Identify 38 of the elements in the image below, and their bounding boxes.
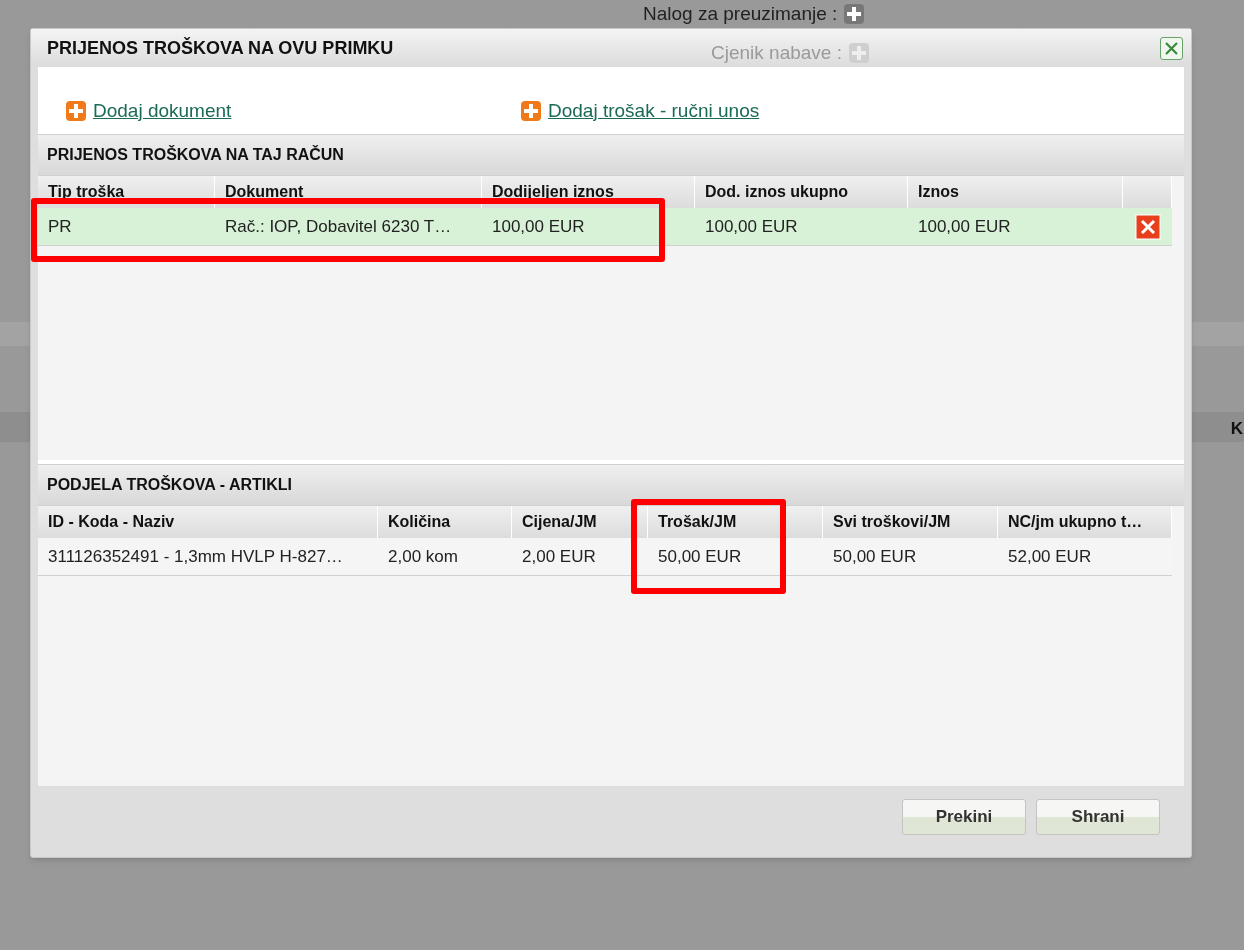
add-cost-link[interactable]: Dodaj trošak - ručni unos: [548, 96, 760, 125]
column-header[interactable]: NC/jm ukupno t…: [998, 506, 1172, 538]
field-label: Cjenik nabave :: [711, 41, 842, 65]
table-row[interactable]: PR Rač.: IOP, Dobavitel 6230 T… 100,00 EUR 100,00 EUR 100,00 EUR: [38, 208, 1172, 246]
plus-icon: [843, 3, 866, 26]
table-cell-text: 100,00 EUR: [491, 215, 586, 238]
dialog-button[interactable]: Prekini: [902, 799, 1026, 835]
dialog-button[interactable]: Shrani: [1036, 799, 1160, 835]
plus-icon: [65, 99, 87, 122]
delete-icon[interactable]: [1134, 213, 1161, 240]
table-cell-text: 50,00 EUR: [832, 545, 918, 568]
column-header[interactable]: ID - Koda - Naziv: [38, 506, 378, 538]
plus-icon: [847, 42, 870, 65]
table-cell-text: 2,00 EUR: [521, 545, 597, 568]
table-cell-text: PR: [47, 215, 73, 238]
close-icon: [1165, 42, 1178, 55]
column-header[interactable]: Cijena/JM: [512, 506, 648, 538]
add-document-link[interactable]: Dodaj dokument: [93, 96, 232, 125]
table-cell-text: 52,00 EUR: [1007, 545, 1093, 568]
dialog-title: PRIJENOS TROŠKOVA NA OVU PRIMKU: [47, 36, 394, 60]
field-label: Nalog za preuzimanje :: [643, 2, 838, 26]
table-cell-text: 2,00 kom: [387, 545, 459, 568]
column-header: K: [1230, 418, 1243, 440]
column-header[interactable]: Dod. iznos ukupno: [695, 176, 908, 208]
close-button[interactable]: [1160, 37, 1183, 60]
table-cell-text: 311126352491 - 1,3mm HVLP H-827…: [47, 545, 344, 568]
section-header: PODJELA TROŠKOVA - ARTIKLI: [38, 464, 1184, 506]
plus-icon: [520, 99, 542, 122]
column-header: [1123, 176, 1172, 208]
table-cell-text: 100,00 EUR: [917, 215, 1012, 238]
table-cell-text: Rač.: IOP, Dobavitel 6230 T…: [224, 215, 453, 238]
table-cell-text: 100,00 EUR: [704, 215, 799, 238]
column-header[interactable]: Iznos: [908, 176, 1123, 208]
column-header[interactable]: Trošak/JM: [648, 506, 823, 538]
section-header: PRIJENOS TROŠKOVA NA TAJ RAČUN: [38, 134, 1184, 176]
table-cell-text: 50,00 EUR: [657, 545, 743, 568]
column-header[interactable]: Svi troškovi/JM: [823, 506, 998, 538]
column-header[interactable]: Količina: [378, 506, 512, 538]
